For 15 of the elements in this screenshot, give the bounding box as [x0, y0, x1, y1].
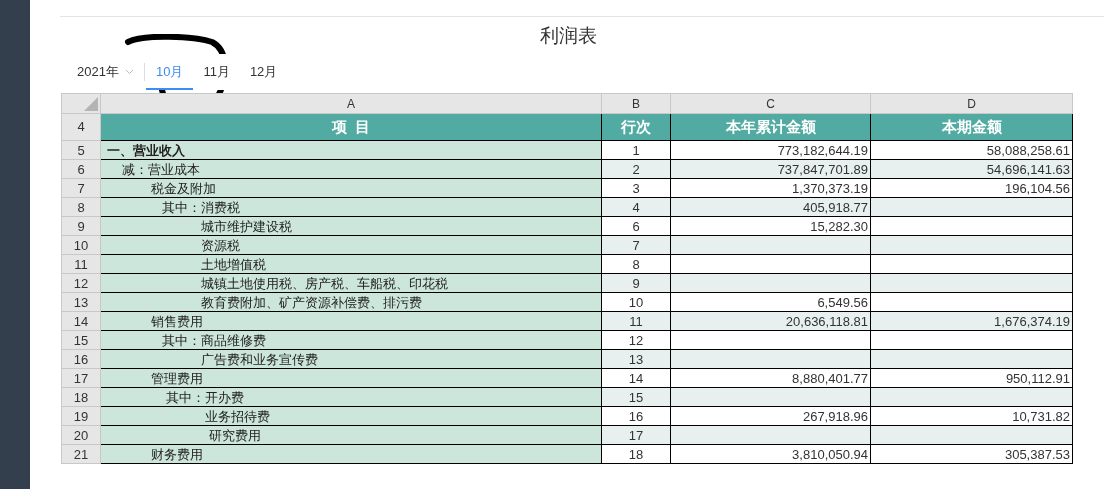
column-header[interactable]: D — [870, 93, 1073, 114]
select-all-corner[interactable] — [61, 93, 101, 114]
column-header[interactable]: A — [100, 93, 602, 114]
table-header-cell: 项 目 — [100, 113, 602, 141]
report-title: 利润表 — [539, 23, 597, 49]
column-header[interactable]: C — [670, 93, 871, 114]
chevron-down-icon — [124, 69, 134, 75]
corner-triangle-icon — [84, 97, 98, 111]
column-header[interactable]: B — [601, 93, 671, 114]
row-header[interactable]: 4 — [61, 113, 101, 141]
table-header-cell: 行次 — [601, 113, 671, 141]
month-tab[interactable]: 10月 — [145, 54, 194, 90]
year-dropdown[interactable]: 2021年 — [77, 54, 144, 90]
table-header-cell: 本年累计金额 — [670, 113, 871, 141]
table-header-cell: 本期金额 — [870, 113, 1073, 141]
